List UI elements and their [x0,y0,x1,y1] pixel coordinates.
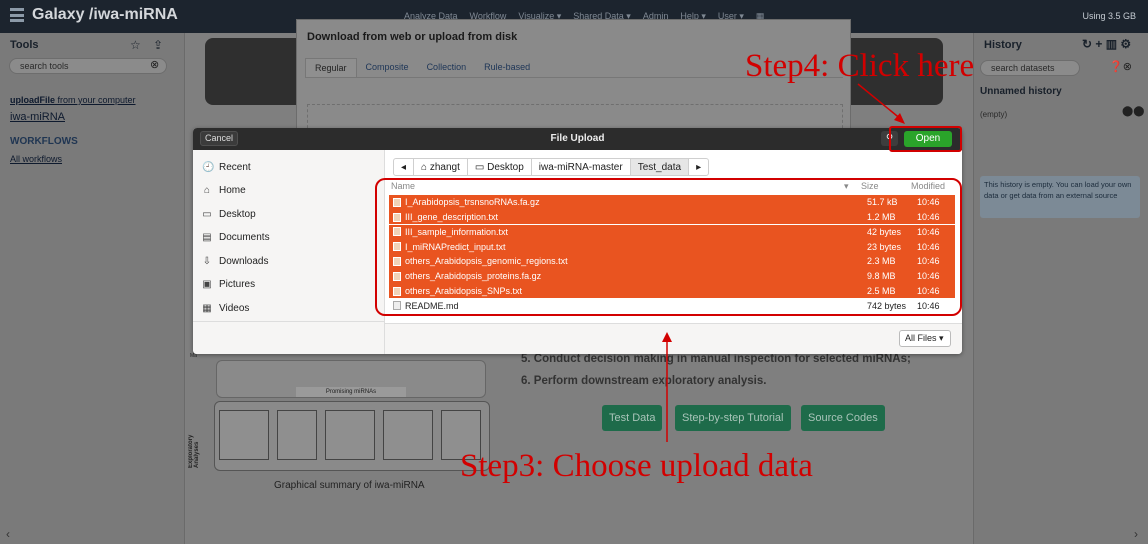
step6-text: 6. Perform downstream exploratory analys… [521,375,767,387]
place-label: Recent [219,161,251,173]
search-advanced-icon[interactable]: ❓⊗ [1109,60,1132,73]
subgenome-chart [325,410,375,460]
exploratory-label: Exploratory Analyses [188,434,200,468]
downloads-icon: ⇩ [202,255,212,267]
place-label: Pictures [219,279,256,290]
history-panel: History ↻ + ▥ ⚙ search datasets ❓⊗ Unnam… [973,33,1148,544]
search-tools-input[interactable]: search tools [9,58,167,74]
pictures-icon: ▣ [202,279,212,290]
test-data-button[interactable]: Test Data [602,405,663,431]
brand[interactable]: Galaxy /iwa-miRNA [10,6,178,24]
place-label: Documents [219,232,270,243]
history-empty-text: This history is empty. You can load your… [984,180,1132,200]
places-sidebar: 🕘 Recent ⌂ Home ▭ Desktop ▤ Documents ⇩ Downloads… [193,150,385,354]
upload-file-bold: uploadFile [10,95,55,105]
place-documents[interactable]: ▤ Documents [202,229,270,247]
step3-annotation: Step3: Choose upload data [460,448,813,484]
tutorial-button[interactable]: Step-by-step Tutorial [675,405,791,431]
summary-figure-bottom [214,401,490,471]
tools-title: Tools [10,39,39,51]
upload-file-rest: from your computer [55,95,136,105]
galaxy-logo-icon [10,8,24,22]
place-videos[interactable]: ▦ Videos [202,299,249,317]
expression-chart [277,410,317,460]
path-forward-icon[interactable]: ▸ [689,159,708,175]
place-pictures[interactable]: ▣ Pictures [202,276,255,294]
step3-arrow [662,332,672,442]
source-codes-button[interactable]: Source Codes [801,405,885,431]
place-label: Desktop [219,208,256,220]
place-desktop[interactable]: ▭ Desktop [202,205,256,223]
promising-label: Promising miRNAs [296,387,406,397]
upload-file-link[interactable]: uploadFile from your computer [10,95,136,105]
file-chooser-header: Cancel File Upload ⚲ Open [193,128,962,150]
tab-collection[interactable]: Collection [418,58,476,77]
place-label: Downloads [219,255,269,267]
place-label: Home [219,185,246,196]
history-options-icons[interactable]: ↻ + ▥ ⚙ [1082,37,1131,51]
path-back-icon[interactable]: ◂ [394,159,415,175]
documents-icon: ▤ [202,232,212,243]
path-home[interactable]: ⌂ zhangt [414,159,468,175]
history-status: (empty) [980,110,1008,119]
tool-panel: Tools ☆ ⇪ search tools ⊗ uploadFile from… [0,33,185,544]
history-empty-notice: This history is empty. You can load your… [980,176,1140,218]
genomic-distribution-chart [219,410,269,460]
path-test-data[interactable]: Test_data [630,159,690,175]
figure-caption: Graphical summary of iwa-miRNA [274,480,425,491]
search-tools-placeholder: search tools [20,61,69,71]
search-datasets-input[interactable]: search datasets [980,60,1080,76]
duplication-chart [383,410,433,460]
tags-icon[interactable]: ⬤⬤ [1122,106,1144,117]
clear-search-icon[interactable]: ⊗ [150,58,159,71]
place-home[interactable]: ⌂ Home [202,182,246,200]
upload-dialog-title: Download from web or upload from disk [307,31,518,43]
home-icon: ⌂ [203,185,211,196]
favorites-star-icon[interactable]: ☆ [130,38,141,52]
mark-label: Ma [190,353,197,359]
desktop-icon: ▭ [202,208,212,220]
tab-rule-based[interactable]: Rule-based [475,58,539,77]
step5-text: 5. Conduct decision making in manual ins… [521,353,911,365]
place-downloads[interactable]: ⇩ Downloads [202,252,269,270]
collapse-right-icon[interactable]: › [1134,527,1138,541]
places-separator [193,321,385,322]
place-label: Videos [219,302,250,314]
all-workflows-link[interactable]: All workflows [10,154,62,164]
videos-icon: ▦ [202,302,212,314]
collapse-left-icon[interactable]: ‹ [6,527,10,541]
recent-icon: 🕘 [202,161,215,173]
search-datasets-placeholder: search datasets [991,63,1055,73]
file-filter-select[interactable]: All Files ▾ [899,330,951,347]
path-desktop[interactable]: ▭ Desktop [468,159,532,175]
path-bar: ◂ ⌂ zhangt ▭ Desktop iwa-miRNA-master Te… [393,158,710,176]
quota-usage: Using 3.5 GB [1082,11,1136,21]
step4-arrow [857,83,905,124]
section-iwa-mirna[interactable]: iwa-miRNA [10,111,65,123]
history-name[interactable]: Unnamed history [980,86,1062,97]
path-iwa-mirna-master[interactable]: iwa-miRNA-master [532,159,631,175]
workflows-heading: WORKFLOWS [10,136,78,147]
tab-composite[interactable]: Composite [357,58,418,77]
place-recent[interactable]: 🕘 Recent [202,158,251,176]
files-highlight-box [375,178,962,316]
upload-icon[interactable]: ⇪ [153,38,163,52]
tab-regular[interactable]: Regular [305,58,357,77]
brand-title: Galaxy /iwa-miRNA [32,6,178,23]
file-chooser-title: File Upload [550,133,605,144]
history-title: History [984,39,1022,51]
